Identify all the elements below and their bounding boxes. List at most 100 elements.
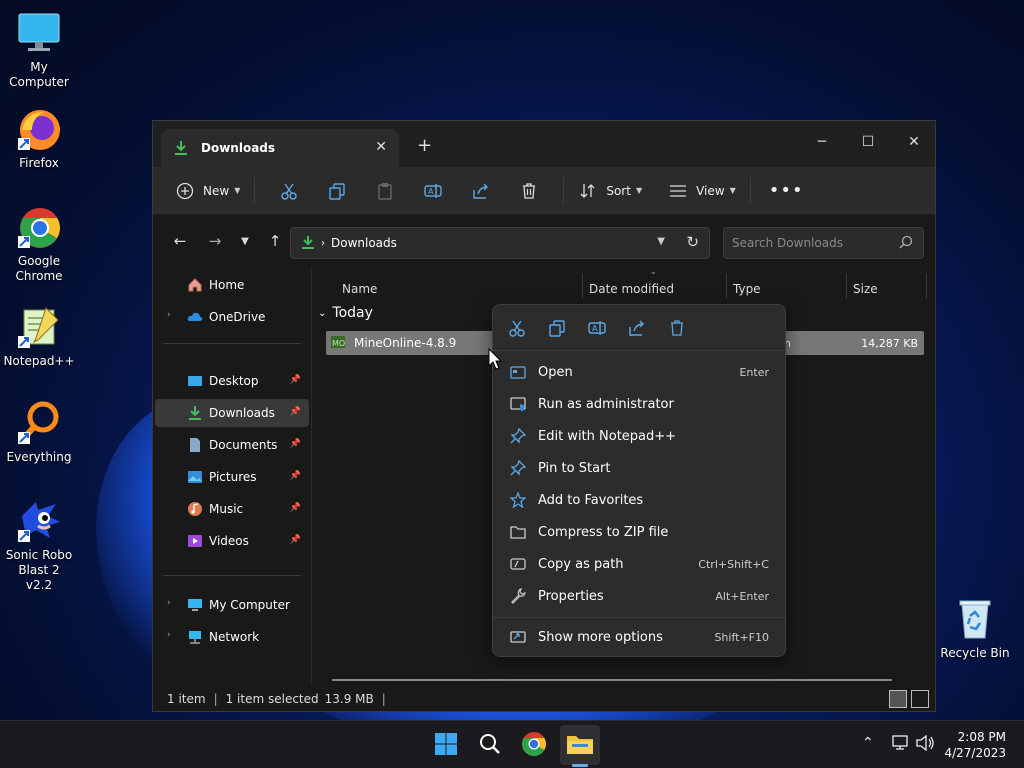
search-input[interactable] bbox=[724, 228, 884, 258]
column-header-type[interactable]: Type bbox=[733, 275, 761, 303]
menu-item-add-to-favorites[interactable]: Add to Favorites bbox=[497, 485, 781, 515]
details-view-button[interactable] bbox=[889, 690, 907, 708]
desktop-icon-chrome[interactable]: Google Chrome bbox=[0, 204, 78, 284]
desktop-icon-notepadpp[interactable]: Notepad++ bbox=[0, 304, 78, 369]
pin-icon[interactable]: 📌 bbox=[290, 439, 301, 449]
more-button[interactable]: ••• bbox=[765, 175, 808, 207]
sort-button[interactable]: Sort ▼ bbox=[574, 175, 646, 207]
context-menu: A Open Enter Run as administrator Edit w… bbox=[492, 304, 786, 657]
sidebar-item-documents[interactable]: Documents 📌 bbox=[155, 431, 309, 459]
horizontal-scrollbar[interactable] bbox=[332, 679, 892, 681]
forward-button[interactable]: → bbox=[200, 226, 230, 256]
volume-icon[interactable] bbox=[916, 734, 936, 755]
breadcrumb-chevron-icon: › bbox=[321, 237, 325, 249]
search-box[interactable] bbox=[723, 227, 924, 259]
desktop-icon-firefox[interactable]: Firefox bbox=[0, 106, 78, 171]
title-bar: Downloads ✕ + ─ ☐ ✕ bbox=[153, 121, 935, 167]
search-icon bbox=[478, 732, 502, 759]
maximize-button[interactable]: ☐ bbox=[845, 127, 891, 157]
column-header-name[interactable]: Name bbox=[342, 275, 377, 303]
start-button[interactable] bbox=[430, 729, 462, 761]
new-tab-button[interactable]: + bbox=[417, 135, 432, 156]
rename-button[interactable]: A bbox=[419, 175, 447, 207]
file-explorer-taskbar-button[interactable] bbox=[564, 729, 596, 761]
scissors-icon[interactable] bbox=[507, 318, 527, 338]
paste-button[interactable] bbox=[371, 175, 399, 207]
sidebar-item-music[interactable]: Music 📌 bbox=[155, 495, 309, 523]
status-bar: 1 item | 1 item selected 13.9 MB | bbox=[153, 685, 935, 713]
file-size: 14,287 KB bbox=[861, 336, 918, 350]
navigation-bar: ← → ▼ ↑ › Downloads ▼ ↻ bbox=[153, 215, 935, 267]
share-button[interactable] bbox=[467, 175, 495, 207]
network-tray-icon[interactable] bbox=[892, 735, 910, 755]
desktop-icon-my-computer[interactable]: My Computer bbox=[0, 10, 78, 90]
share-icon bbox=[471, 181, 491, 201]
chevron-right-icon[interactable]: › bbox=[167, 630, 171, 640]
sidebar-item-pictures[interactable]: Pictures 📌 bbox=[155, 463, 309, 491]
pin-icon[interactable]: 📌 bbox=[290, 375, 301, 385]
pin-icon[interactable]: 📌 bbox=[290, 407, 301, 417]
sidebar-item-desktop[interactable]: Desktop 📌 bbox=[155, 367, 309, 395]
menu-item-properties[interactable]: Properties Alt+Enter bbox=[497, 581, 781, 611]
pin-icon bbox=[509, 427, 527, 445]
cloud-icon bbox=[187, 309, 203, 325]
pin-icon[interactable]: 📌 bbox=[290, 471, 301, 481]
sidebar-item-home[interactable]: Home bbox=[155, 271, 309, 299]
menu-item-pin-to-start[interactable]: Pin to Start bbox=[497, 453, 781, 483]
sidebar-item-onedrive[interactable]: › OneDrive bbox=[155, 303, 309, 331]
sidebar-item-videos[interactable]: Videos 📌 bbox=[155, 527, 309, 555]
address-dropdown-icon[interactable]: ▼ bbox=[657, 236, 665, 247]
minimize-button[interactable]: ─ bbox=[799, 127, 845, 157]
menu-item-copy-as-path[interactable]: Copy as path Ctrl+Shift+C bbox=[497, 549, 781, 579]
pin-icon[interactable]: 📌 bbox=[290, 535, 301, 545]
sidebar-item-my-computer[interactable]: › My Computer bbox=[155, 591, 309, 619]
close-window-button[interactable]: ✕ bbox=[891, 127, 937, 157]
clock[interactable]: 2:08 PM 4/27/2023 bbox=[944, 729, 1006, 761]
tiles-view-button[interactable] bbox=[911, 690, 929, 708]
pin-icon[interactable]: 📌 bbox=[290, 503, 301, 513]
menu-item-open[interactable]: Open Enter bbox=[497, 357, 781, 387]
sidebar-item-network[interactable]: › Network bbox=[155, 623, 309, 651]
wrench-icon bbox=[509, 587, 527, 605]
copy-icon[interactable] bbox=[547, 318, 567, 338]
notepadpp-icon bbox=[16, 304, 62, 350]
desktop-icon-recycle-bin[interactable]: Recycle Bin bbox=[936, 596, 1014, 661]
search-icon[interactable] bbox=[899, 235, 913, 252]
group-header-today[interactable]: ⌄ Today bbox=[318, 305, 373, 321]
download-arrow-icon bbox=[301, 235, 315, 252]
desktop-folder-icon bbox=[187, 373, 203, 389]
sidebar-item-downloads[interactable]: Downloads 📌 bbox=[155, 399, 309, 427]
back-button[interactable]: ← bbox=[165, 226, 195, 256]
menu-item-edit-notepadpp[interactable]: Edit with Notepad++ bbox=[497, 421, 781, 451]
column-header-size[interactable]: Size bbox=[853, 275, 878, 303]
share-icon[interactable] bbox=[627, 318, 647, 338]
refresh-icon[interactable]: ↻ bbox=[686, 233, 699, 251]
breadcrumb[interactable]: Downloads bbox=[331, 236, 397, 250]
recent-locations-button[interactable]: ▼ bbox=[230, 226, 260, 256]
menu-item-show-more-options[interactable]: Show more options Shift+F10 bbox=[497, 622, 781, 652]
trash-icon[interactable] bbox=[667, 318, 687, 338]
search-taskbar-button[interactable] bbox=[474, 729, 506, 761]
rename-icon[interactable]: A bbox=[587, 318, 607, 338]
windows-logo-icon bbox=[434, 732, 458, 759]
chrome-taskbar-button[interactable] bbox=[518, 729, 550, 761]
desktop-icon-sonic[interactable]: Sonic Robo Blast 2 v2.2 bbox=[0, 498, 78, 593]
delete-button[interactable] bbox=[515, 175, 543, 207]
command-bar: New ▼ A Sort ▼ View ▼ ••• bbox=[153, 167, 935, 215]
close-tab-icon[interactable]: ✕ bbox=[375, 139, 387, 155]
chevron-right-icon[interactable]: › bbox=[167, 598, 171, 608]
menu-item-run-as-admin[interactable]: Run as administrator bbox=[497, 389, 781, 419]
up-button[interactable]: ↑ bbox=[260, 226, 290, 256]
sort-caret-icon: ⌄ bbox=[650, 267, 657, 276]
copy-button[interactable] bbox=[323, 175, 351, 207]
view-button[interactable]: View ▼ bbox=[664, 175, 740, 207]
column-header-date[interactable]: Date modified bbox=[589, 275, 674, 303]
chevron-right-icon[interactable]: › bbox=[167, 310, 171, 320]
tab-downloads[interactable]: Downloads ✕ bbox=[161, 129, 399, 167]
menu-item-compress-zip[interactable]: Compress to ZIP file bbox=[497, 517, 781, 547]
address-bar[interactable]: › Downloads ▼ ↻ bbox=[290, 227, 710, 259]
desktop-icon-everything[interactable]: Everything bbox=[0, 400, 78, 465]
new-button[interactable]: New ▼ bbox=[171, 175, 244, 207]
show-hidden-icons-chevron-icon[interactable]: ⌃ bbox=[862, 735, 874, 751]
cut-button[interactable] bbox=[275, 175, 303, 207]
